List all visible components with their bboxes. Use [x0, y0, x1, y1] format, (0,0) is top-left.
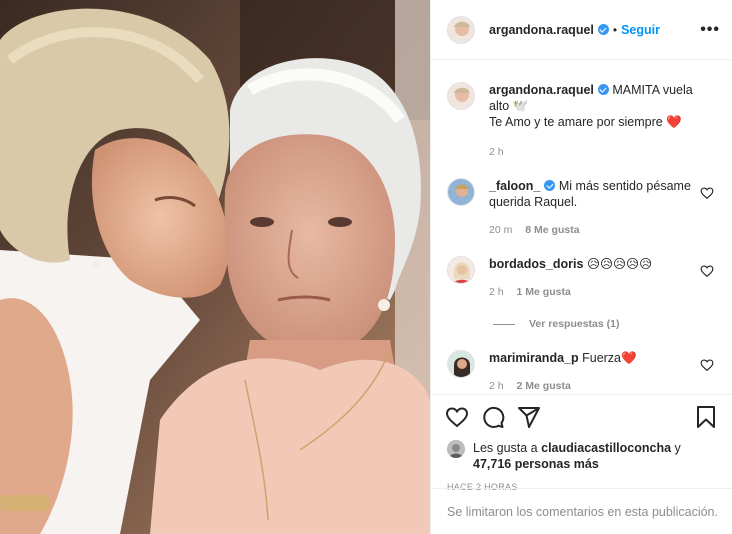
commenter-username[interactable]: marimiranda_p [489, 351, 579, 365]
caption-body: argandona.raquel MAMITA vuela alto 🕊️ Te… [489, 82, 716, 160]
comment-likes[interactable]: 1 Me gusta [517, 286, 571, 298]
caption-meta: 2 h [489, 144, 716, 160]
liked-by-prefix: Les gusta a [473, 441, 538, 455]
comment-time[interactable]: 20 m [489, 224, 512, 236]
comment-time[interactable]: 2 h [489, 286, 504, 298]
post-photo[interactable] [0, 0, 430, 534]
comments-limited-notice: Se limitaron los comentarios en esta pub… [431, 488, 732, 534]
comment-body: _faloon_ Mi más sentido pésame querida R… [489, 178, 716, 238]
view-replies-label: Ver respuestas (1) [529, 318, 620, 330]
liked-by-others[interactable]: 47,716 personas más [473, 457, 599, 471]
verified-badge-icon [544, 180, 556, 191]
liker-avatar[interactable] [447, 440, 465, 458]
comment-time[interactable]: 2 h [489, 380, 504, 392]
action-bar [431, 394, 732, 438]
heart-icon[interactable] [445, 405, 469, 429]
instagram-post: argandona.raquel • Seguir ••• argandona.… [0, 0, 732, 534]
commenter-avatar[interactable] [447, 350, 475, 378]
comment-icon[interactable] [481, 405, 505, 429]
commenter-avatar[interactable] [447, 256, 475, 284]
verified-badge-icon [597, 24, 609, 35]
comment-heart-icon[interactable] [700, 358, 714, 372]
liked-by-connector: y [674, 441, 681, 455]
share-icon[interactable] [517, 405, 541, 429]
verified-badge-icon [597, 84, 609, 95]
comment-likes[interactable]: 8 Me gusta [525, 224, 579, 236]
commenter-username[interactable]: bordados_doris [489, 257, 583, 271]
comment-heart-icon[interactable] [700, 186, 714, 200]
post-sidebar: argandona.raquel • Seguir ••• argandona.… [430, 0, 732, 534]
caption-username[interactable]: argandona.raquel [489, 83, 594, 97]
view-replies-button[interactable]: Ver respuestas (1) [493, 318, 716, 330]
comment-text: Fuerza❤️ [582, 351, 637, 365]
post-header: argandona.raquel • Seguir ••• [431, 0, 732, 60]
bookmark-icon[interactable] [694, 405, 718, 429]
author-avatar[interactable] [447, 15, 475, 44]
comment-body: bordados_doris 😥😥😥😥😥 2 h 1 Me gusta [489, 256, 716, 300]
comment-meta: 20 m 8 Me gusta [489, 222, 716, 238]
liked-by: Les gusta a claudiacastilloconcha y 47,7… [431, 440, 732, 472]
comment-heart-icon[interactable] [700, 264, 714, 278]
comments-list[interactable]: argandona.raquel MAMITA vuela alto 🕊️ Te… [431, 60, 732, 394]
comment-text: 😥😥😥😥😥 [586, 257, 653, 271]
photo-illustration [0, 0, 430, 534]
commenter-avatar[interactable] [447, 178, 475, 206]
comment-item: bordados_doris 😥😥😥😥😥 2 h 1 Me gusta [447, 256, 716, 300]
caption: argandona.raquel MAMITA vuela alto 🕊️ Te… [447, 82, 716, 160]
comment-likes[interactable]: 2 Me gusta [517, 380, 571, 392]
author-username[interactable]: argandona.raquel [489, 23, 594, 37]
caption-avatar[interactable] [447, 82, 475, 110]
comment-meta: 2 h 2 Me gusta [489, 378, 716, 394]
liked-by-text: Les gusta a claudiacastilloconcha y 47,7… [473, 440, 681, 472]
commenter-username[interactable]: _faloon_ [489, 179, 540, 193]
follow-button[interactable]: Seguir [621, 23, 660, 37]
comment-item: marimiranda_p Fuerza❤️ 2 h 2 Me gusta [447, 350, 716, 394]
caption-text-line2: Te Amo y te amare por siempre ❤️ [489, 115, 682, 129]
more-options-icon[interactable]: ••• [700, 21, 720, 39]
comment-body: marimiranda_p Fuerza❤️ 2 h 2 Me gusta [489, 350, 716, 394]
comment-item: _faloon_ Mi más sentido pésame querida R… [447, 178, 716, 238]
comment-meta: 2 h 1 Me gusta [489, 284, 716, 300]
caption-time[interactable]: 2 h [489, 146, 504, 158]
replies-divider [493, 323, 515, 325]
separator-dot: • [612, 22, 618, 37]
liked-by-user[interactable]: claudiacastilloconcha [541, 441, 671, 455]
